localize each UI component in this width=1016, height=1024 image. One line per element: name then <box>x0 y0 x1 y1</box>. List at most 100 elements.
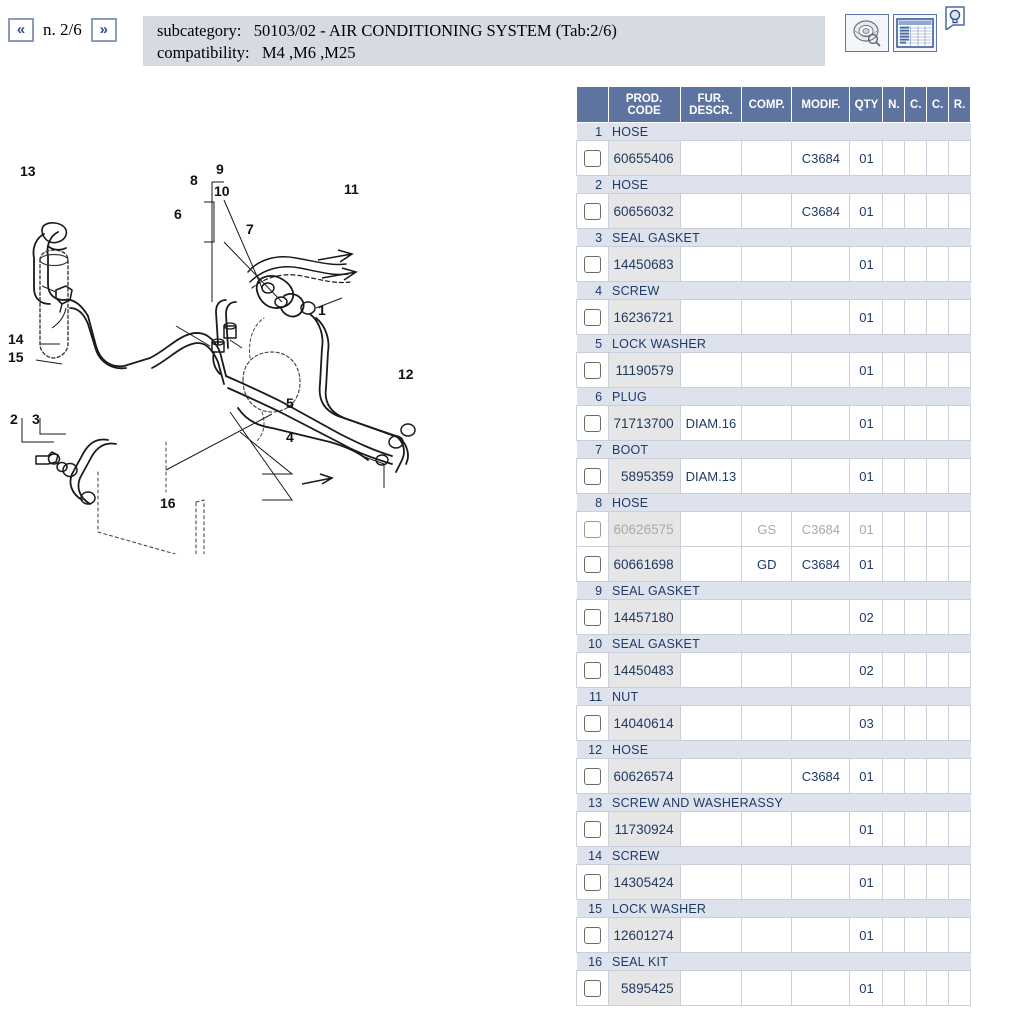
table-row[interactable]: 14457180 02 <box>576 599 971 635</box>
row-select-cell[interactable] <box>576 352 609 388</box>
row-select-cell[interactable] <box>576 705 609 741</box>
group-row[interactable]: 6 PLUG <box>576 387 971 406</box>
row-select-cell[interactable] <box>576 140 609 176</box>
row-select-cell[interactable] <box>576 458 609 494</box>
exploded-view-diagram[interactable]: 1 2 3 4 5 6 7 8 9 10 11 12 13 14 15 16 <box>0 112 446 554</box>
row-select-cell[interactable] <box>576 405 609 441</box>
row-select-cell[interactable] <box>576 970 609 1006</box>
table-row[interactable]: 5895425 01 <box>576 970 971 1006</box>
c1-cell <box>904 405 928 441</box>
group-row[interactable]: 10 SEAL GASKET <box>576 634 971 653</box>
group-row[interactable]: 11 NUT <box>576 687 971 706</box>
column-header-r[interactable]: R. <box>948 86 971 123</box>
row-checkbox[interactable] <box>583 979 601 997</box>
diagram-svg: 1 2 3 4 5 6 7 8 9 10 11 12 13 14 15 16 <box>0 112 446 554</box>
table-row[interactable]: 60656032 C3684 01 <box>576 193 971 229</box>
row-checkbox[interactable] <box>583 714 601 732</box>
column-header-c2[interactable]: C. <box>926 86 950 123</box>
row-select-cell[interactable] <box>576 193 609 229</box>
table-row[interactable]: 14450483 02 <box>576 652 971 688</box>
row-checkbox[interactable] <box>583 608 601 626</box>
table-row[interactable]: 11730924 01 <box>576 811 971 847</box>
table-row[interactable]: 60626574 C3684 01 <box>576 758 971 794</box>
column-header-modif[interactable]: MODIF. <box>791 86 851 123</box>
group-row[interactable]: 4 SCREW <box>576 281 971 300</box>
c2-cell <box>926 811 950 847</box>
row-checkbox[interactable] <box>583 520 601 538</box>
modif-cell <box>791 811 851 847</box>
group-row[interactable]: 3 SEAL GASKET <box>576 228 971 247</box>
row-select-cell[interactable] <box>576 917 609 953</box>
row-select-cell[interactable] <box>576 811 609 847</box>
row-select-cell[interactable] <box>576 546 609 582</box>
group-row[interactable]: 2 HOSE <box>576 175 971 194</box>
table-row[interactable]: 11190579 01 <box>576 352 971 388</box>
row-select-cell[interactable] <box>576 652 609 688</box>
row-checkbox[interactable] <box>583 926 601 944</box>
row-checkbox[interactable] <box>583 308 601 326</box>
group-row[interactable]: 7 BOOT <box>576 440 971 459</box>
group-number: 7 <box>576 440 609 459</box>
table-row[interactable]: 5895359 DIAM.13 01 <box>576 458 971 494</box>
row-checkbox[interactable] <box>583 414 601 432</box>
modif-cell: C3684 <box>791 511 851 547</box>
row-checkbox[interactable] <box>583 202 601 220</box>
r-cell <box>948 599 971 635</box>
group-row[interactable]: 16 SEAL KIT <box>576 952 971 971</box>
parts-table: PROD. CODE FUR. DESCR. COMP. MODIF. QTY … <box>576 86 971 1006</box>
table-row[interactable]: 14305424 01 <box>576 864 971 900</box>
subcategory-line: subcategory: 50103/02 - AIR CONDITIONING… <box>157 20 825 42</box>
column-header-prod-code[interactable]: PROD. CODE <box>607 86 681 123</box>
column-header-qty[interactable]: QTY <box>849 86 884 123</box>
c2-cell <box>926 458 950 494</box>
row-select-cell[interactable] <box>576 599 609 635</box>
fur-descr-cell <box>679 140 743 176</box>
row-checkbox[interactable] <box>583 873 601 891</box>
next-page-button[interactable]: » <box>90 18 117 42</box>
row-select-cell[interactable] <box>576 864 609 900</box>
c1-cell <box>904 758 928 794</box>
fur-descr-cell <box>679 758 743 794</box>
group-row[interactable]: 8 HOSE <box>576 493 971 512</box>
group-row[interactable]: 13 SCREW AND WASHERASSY <box>576 793 971 812</box>
column-header-fur-descr[interactable]: FUR. DESCR. <box>679 86 743 123</box>
row-select-cell[interactable] <box>576 758 609 794</box>
table-row[interactable]: 60626575 GS C3684 01 <box>576 511 971 547</box>
table-row[interactable]: 14040614 03 <box>576 705 971 741</box>
table-row[interactable]: 60661698 GD C3684 01 <box>576 546 971 582</box>
table-row[interactable]: 16236721 01 <box>576 299 971 335</box>
table-row[interactable]: 60655406 C3684 01 <box>576 140 971 176</box>
parts-catalog-page: « n. 2/6 » subcategory: 50103/02 - AIR C… <box>0 0 1016 1024</box>
row-checkbox[interactable] <box>583 820 601 838</box>
table-row[interactable]: 71713700 DIAM.16 01 <box>576 405 971 441</box>
row-select-cell[interactable] <box>576 246 609 282</box>
row-checkbox[interactable] <box>583 661 601 679</box>
table-row[interactable]: 14450683 01 <box>576 246 971 282</box>
group-row[interactable]: 15 LOCK WASHER <box>576 899 971 918</box>
column-header-comp[interactable]: COMP. <box>741 86 793 123</box>
group-row[interactable]: 1 HOSE <box>576 122 971 141</box>
row-checkbox[interactable] <box>583 149 601 167</box>
n-cell <box>882 811 906 847</box>
list-view-button[interactable] <box>893 14 937 52</box>
table-row[interactable]: 12601274 01 <box>576 917 971 953</box>
row-checkbox[interactable] <box>583 555 601 573</box>
column-header-select[interactable] <box>576 86 609 123</box>
row-checkbox[interactable] <box>583 467 601 485</box>
row-checkbox[interactable] <box>583 255 601 273</box>
prev-page-button[interactable]: « <box>8 18 34 42</box>
column-header-n[interactable]: N. <box>882 86 906 123</box>
group-row[interactable]: 5 LOCK WASHER <box>576 334 971 353</box>
group-row[interactable]: 9 SEAL GASKET <box>576 581 971 600</box>
header-icon-toolbar <box>845 5 968 52</box>
row-checkbox[interactable] <box>583 361 601 379</box>
group-row[interactable]: 14 SCREW <box>576 846 971 865</box>
help-button[interactable] <box>942 4 968 30</box>
part-view-button[interactable] <box>845 14 889 52</box>
row-checkbox[interactable] <box>583 767 601 785</box>
modif-cell <box>791 652 851 688</box>
row-select-cell[interactable] <box>576 511 609 547</box>
column-header-c1[interactable]: C. <box>904 86 928 123</box>
row-select-cell[interactable] <box>576 299 609 335</box>
group-row[interactable]: 12 HOSE <box>576 740 971 759</box>
